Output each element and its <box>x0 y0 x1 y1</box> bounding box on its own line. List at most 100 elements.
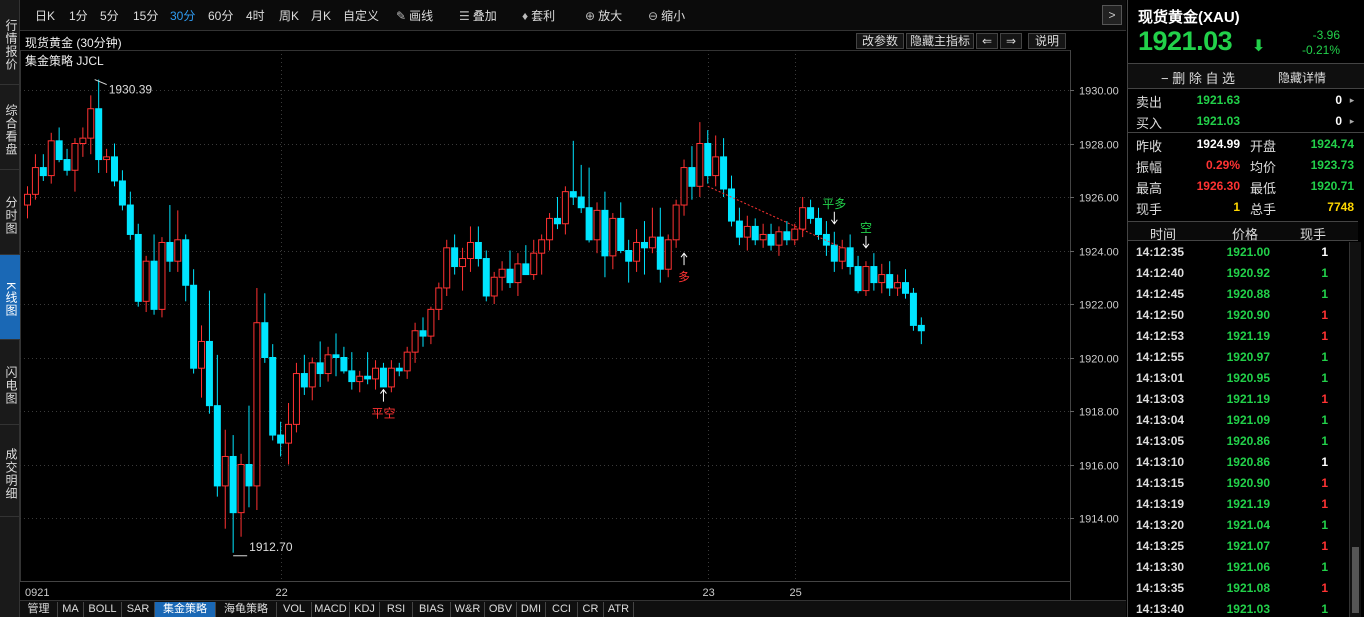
vtab-trade-detail[interactable]: 成交明细 <box>0 425 20 517</box>
high-value: 1926.30 <box>1196 179 1240 193</box>
tick-row: 14:12:50 1920.90 1 <box>1128 305 1350 326</box>
tick-scrollbar[interactable] <box>1349 242 1361 617</box>
tick-time: 14:13:01 <box>1136 371 1185 385</box>
tick-volume: 1 <box>1321 266 1328 280</box>
vtab-quote[interactable]: 行情报价 <box>0 0 20 85</box>
tab-turtle-strategy[interactable]: 海龟策略 <box>216 602 277 617</box>
candle-up <box>633 241 641 262</box>
candle-down <box>704 143 712 177</box>
y-tick-label: 1926.00 <box>1079 193 1119 205</box>
overlay-button[interactable]: ☰ 叠加 <box>459 7 497 24</box>
vtab-flash-chart[interactable]: 闪电图 <box>0 340 20 425</box>
col-time: 时间 <box>1150 227 1177 242</box>
scroll-right-button[interactable]: ⇒ <box>1000 33 1022 49</box>
tab-wr[interactable]: W&R <box>451 602 485 617</box>
candle-up <box>47 140 55 177</box>
scroll-left-button[interactable]: ⇐ <box>976 33 998 49</box>
tick-volume: 1 <box>1321 539 1328 553</box>
period-custom[interactable]: 自定义 <box>343 7 379 24</box>
candle-up <box>490 276 498 297</box>
arbitrage-button[interactable]: ♦ 套利 <box>522 7 555 24</box>
sell-signal-arrow-icon <box>830 211 838 225</box>
tab-kdj[interactable]: KDJ <box>350 602 380 617</box>
period-day[interactable]: 日K <box>35 7 55 24</box>
strategy-name: 集金策略 JJCL <box>25 54 104 68</box>
edit-params-button[interactable]: 改参数 <box>856 33 904 49</box>
tab-manage[interactable]: 管理 <box>20 602 58 617</box>
candle-down <box>340 357 348 372</box>
tab-cr[interactable]: CR <box>578 602 604 617</box>
tick-volume: 1 <box>1321 497 1328 511</box>
sell-row: 卖出 1921.63 0 ▸ <box>1128 90 1364 111</box>
chart-title: 现货黄金 (30分钟) <box>25 36 122 50</box>
tick-time: 14:13:15 <box>1136 476 1185 490</box>
tick-time: 14:13:20 <box>1136 518 1185 532</box>
vtab-kline[interactable]: K线图 <box>0 255 20 340</box>
vtab-overview[interactable]: 综合看盘 <box>0 85 20 170</box>
candle-down <box>656 236 664 270</box>
x-tick-label: 23 <box>703 587 715 599</box>
candle-up <box>356 375 364 383</box>
zoom-out-button[interactable]: ⊖ 缩小 <box>648 7 685 24</box>
period-1min[interactable]: 1分 <box>69 7 88 24</box>
tab-bias[interactable]: BIAS <box>413 602 451 617</box>
arbitrage-label: 套利 <box>531 9 556 23</box>
period-month[interactable]: 月K <box>311 7 331 24</box>
candle-up <box>459 258 467 268</box>
help-button[interactable]: 说明 <box>1028 33 1066 49</box>
tab-dmi[interactable]: DMI <box>517 602 546 617</box>
period-60min[interactable]: 60分 <box>208 7 233 24</box>
candle-down <box>166 241 174 262</box>
period-15min[interactable]: 15分 <box>133 7 158 24</box>
draw-line-button[interactable]: ✎ 画线 <box>396 7 433 24</box>
sell-scroll-icon[interactable]: ▸ <box>1347 95 1357 105</box>
tab-boll[interactable]: BOLL <box>84 602 122 617</box>
toolbar-next-button[interactable]: > <box>1102 5 1122 25</box>
last-price: 1921.03 <box>1138 26 1233 56</box>
y-tick-label: 1916.00 <box>1079 461 1119 473</box>
kline-chart[interactable]: 1930.00 1928.00 1926.00 1924.00 1922.00 1920.… <box>20 31 1126 600</box>
tab-atr[interactable]: ATR <box>604 602 634 617</box>
tick-price: 1921.06 <box>1226 560 1270 574</box>
candle-up <box>672 204 680 241</box>
tick-time: 14:13:05 <box>1136 434 1185 448</box>
hide-details-button[interactable]: 隐藏详情 <box>1278 69 1326 86</box>
candle-up <box>498 268 506 278</box>
tab-rsi[interactable]: RSI <box>380 602 413 617</box>
tick-price: 1920.97 <box>1226 350 1270 364</box>
buy-price: 1921.03 <box>1196 114 1240 128</box>
instrument-title: 现货黄金(XAU) <box>1138 9 1240 26</box>
buy-signal-arrow-icon <box>380 388 387 402</box>
tick-scrollbar-thumb[interactable] <box>1352 547 1359 613</box>
tab-obv[interactable]: OBV <box>485 602 517 617</box>
tab-sar[interactable]: SAR <box>122 602 155 617</box>
tick-volume: 1 <box>1321 287 1328 301</box>
candle-down <box>807 207 815 219</box>
left-vertical-tabs: 行情报价 综合看盘 分时图 K线图 闪电图 成交明细 <box>0 0 20 617</box>
candle-up <box>561 191 569 225</box>
signal-label: 空 <box>860 221 872 235</box>
y-tick-label: 1920.00 <box>1079 354 1119 366</box>
tab-macd[interactable]: MACD <box>312 602 350 617</box>
candle-down <box>815 217 822 235</box>
tab-ma[interactable]: MA <box>58 602 84 617</box>
candle-down <box>150 260 158 310</box>
tab-jjcl-strategy[interactable]: 集金策略 <box>155 602 216 617</box>
period-4h[interactable]: 4时 <box>246 7 265 24</box>
tab-vol[interactable]: VOL <box>277 602 312 617</box>
tick-price: 1921.09 <box>1226 413 1270 427</box>
period-week[interactable]: 周K <box>279 7 299 24</box>
remove-watchlist-button[interactable]: − 删 除 自 选 <box>1161 68 1235 87</box>
tab-cci[interactable]: CCI <box>546 602 578 617</box>
tick-price: 1920.88 <box>1226 287 1270 301</box>
period-5min[interactable]: 5分 <box>100 7 119 24</box>
period-30min[interactable]: 30分 <box>170 7 195 24</box>
tick-row: 14:13:10 1920.86 1 <box>1128 452 1350 473</box>
zoom-in-button[interactable]: ⊕ 放大 <box>585 7 622 24</box>
tick-time: 14:13:03 <box>1136 392 1185 406</box>
buy-scroll-icon[interactable]: ▸ <box>1347 116 1357 126</box>
candle-up <box>593 209 601 241</box>
vtab-timeshare[interactable]: 分时图 <box>0 170 20 255</box>
hide-main-indicator-button[interactable]: 隐藏主指标 <box>906 33 974 49</box>
candle-up <box>775 231 783 246</box>
